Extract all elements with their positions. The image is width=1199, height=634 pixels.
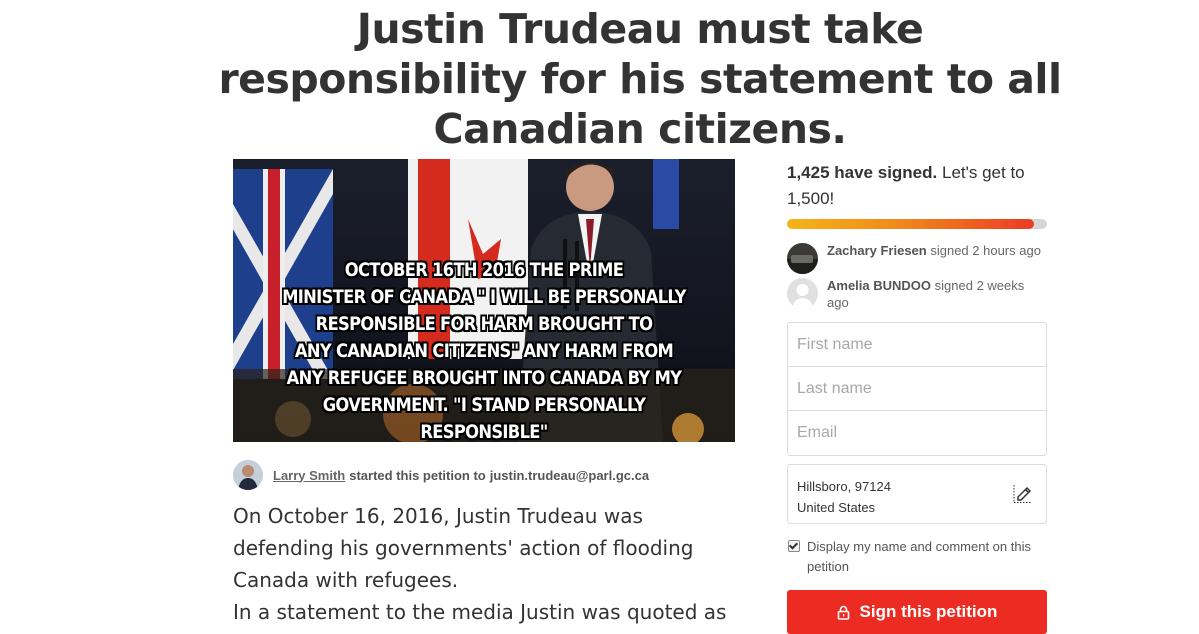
email-input[interactable] <box>788 411 1046 455</box>
body-paragraph: On October 16, 2016, Justin Trudeau was … <box>233 504 694 592</box>
petition-image: OCTOBER 16TH 2016 THE PRIME MINISTER OF … <box>233 159 735 442</box>
signature-form <box>787 322 1047 456</box>
image-caption-line: MINISTER OF CANADA " I WILL BE PERSONALL… <box>282 286 686 308</box>
image-caption-line: ANY CANADIAN CITIZENS" ANY HARM FROM <box>294 340 674 362</box>
sign-button-label: Sign this petition <box>859 602 998 621</box>
image-caption-line: RESPONSIBLE FOR HARM BROUGHT TO <box>315 313 653 335</box>
first-name-input[interactable] <box>788 323 1046 367</box>
sign-petition-button[interactable]: Sign this petition <box>787 590 1047 634</box>
body-paragraph: In a statement to the media Justin was q… <box>233 600 727 624</box>
petition-title: Justin Trudeau must take responsibility … <box>218 5 1062 153</box>
signer-avatar <box>787 243 818 274</box>
recent-signer: Zachary Friesen signed 2 hours ago <box>787 242 1047 274</box>
location-field[interactable]: Hillsboro, 97124 United States <box>787 464 1047 524</box>
image-caption-line: ANY REFUGEE BROUGHT INTO CANADA BY MY <box>286 367 682 389</box>
signature-progress-bar <box>787 219 1047 229</box>
image-caption-line: GOVERNMENT. "I STAND PERSONALLY RESPONSI… <box>322 394 646 442</box>
lock-icon <box>837 605 849 620</box>
signed-count-label: 1,425 have signed. <box>787 163 938 182</box>
default-avatar-icon <box>787 278 818 309</box>
consent-label: Display my name and comment on this peti… <box>807 539 1031 574</box>
signer-name: Amelia BUNDOO <box>827 278 932 293</box>
consent-checkbox[interactable] <box>788 540 800 552</box>
location-city: Hillsboro, 97124 <box>797 479 891 494</box>
signer-name: Zachary Friesen <box>827 243 927 258</box>
petition-body: On October 16, 2016, Justin Trudeau was … <box>233 500 743 628</box>
location-country: United States <box>797 500 876 515</box>
signer-time: signed 2 hours ago <box>930 243 1041 258</box>
starter-name-link[interactable]: Larry Smith <box>273 468 345 483</box>
image-caption: OCTOBER 16TH 2016 THE PRIME MINISTER OF … <box>268 257 700 442</box>
display-name-consent: Display my name and comment on this peti… <box>787 537 1049 577</box>
petition-recipient: justin.trudeau@parl.gc.ca <box>489 467 650 483</box>
petition-starter: Larry Smith started this petition to jus… <box>233 460 735 490</box>
recent-signer: Amelia BUNDOO signed 2 weeks ago <box>787 277 1047 311</box>
starter-action-text: started this petition to <box>349 467 486 483</box>
image-caption-line: OCTOBER 16TH 2016 THE PRIME <box>344 259 624 281</box>
last-name-input[interactable] <box>788 367 1046 411</box>
starter-avatar[interactable] <box>233 460 263 490</box>
signature-count: 1,425 have signed. Let's get to 1,500! <box>787 160 1047 212</box>
edit-pencil-icon[interactable] <box>1012 482 1034 504</box>
progress-fill <box>787 219 1034 229</box>
